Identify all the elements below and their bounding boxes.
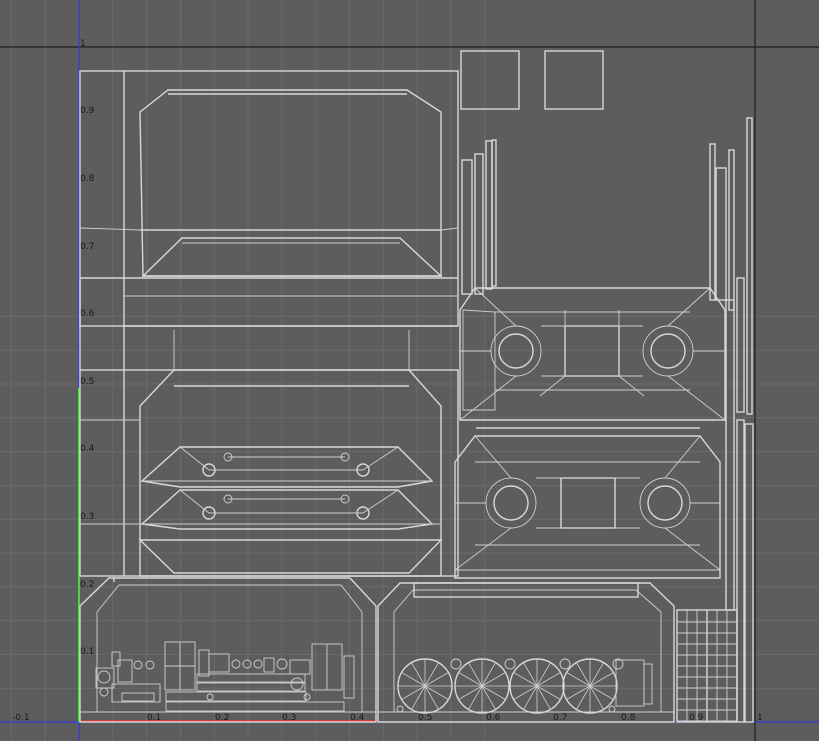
- speaker-wheels: [397, 658, 618, 714]
- uv-shell-grille-grid[interactable]: [676, 609, 738, 723]
- uv-editor-viewport[interactable]: -0.1 0.1 0.2 0.3 0.4 0.5 0.6 0.7 0.8 0.9…: [0, 0, 819, 741]
- y-tick-label: 0.8: [80, 174, 95, 184]
- y-tick-label: 0.7: [80, 242, 94, 252]
- y-tick-label: 0.2: [80, 580, 94, 590]
- y-tick-label: 0.5: [80, 377, 94, 387]
- y-tick-label: 0.9: [80, 106, 95, 116]
- uv-shell-right-upper-speaker-panel[interactable]: [459, 287, 726, 429]
- uv-shell-mid-large-panel[interactable]: [79, 280, 459, 577]
- y-tick-label: 1: [80, 39, 86, 49]
- uv-shell-right-lower-speaker-panel[interactable]: [454, 435, 721, 579]
- uv-shell-bottom-mid-trough[interactable]: [377, 582, 675, 723]
- x-tick-label: 1: [757, 713, 763, 723]
- x-tick-label: -0.1: [12, 713, 30, 723]
- uv-canvas[interactable]: -0.1 0.1 0.2 0.3 0.4 0.5 0.6 0.7 0.8 0.9…: [0, 0, 819, 741]
- uv-shell-small-square-b[interactable]: [544, 50, 604, 110]
- y-tick-label: 0.4: [80, 444, 95, 454]
- y-tick-label: 0.3: [80, 512, 94, 522]
- uv-shell-bottom-left-trough[interactable]: [79, 577, 377, 723]
- y-tick-label: 0.1: [80, 647, 94, 657]
- y-tick-label: 0.6: [80, 309, 95, 319]
- uv-shell-small-square-a[interactable]: [460, 50, 520, 110]
- uv-shell-top-large-panel[interactable]: [79, 70, 459, 327]
- y-tick-labels: 1 0.9 0.8 0.7 0.6 0.5 0.4 0.3 0.2 0.1: [80, 39, 95, 657]
